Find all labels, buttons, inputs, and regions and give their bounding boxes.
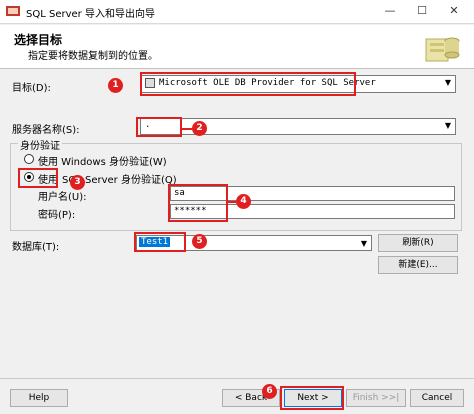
finish-button[interactable]: Finish >>| xyxy=(346,389,406,407)
close-icon[interactable]: ✕ xyxy=(440,2,468,20)
sql-server-app-icon xyxy=(6,6,20,16)
footer-separator xyxy=(0,378,474,379)
windows-auth-label: 使用 Windows 身份验证(W) xyxy=(38,157,167,168)
username-label: 用户名(U): xyxy=(38,192,87,203)
destination-label: 目标(D): xyxy=(12,83,51,94)
annotation-box-credentials xyxy=(168,184,228,222)
annotation-badge-6: 6 xyxy=(262,384,277,399)
annotation-box-next xyxy=(280,386,344,410)
annotation-box-destination xyxy=(140,72,356,96)
page-subtitle: 指定要将数据复制到的位置。 xyxy=(28,51,158,62)
new-database-button[interactable]: 新建(E)... xyxy=(378,256,458,274)
password-label: 密码(P): xyxy=(38,210,76,221)
server-name-select[interactable]: . ▼ xyxy=(140,118,456,135)
windows-auth-radio[interactable] xyxy=(24,154,34,164)
title-bar: SQL Server 导入和导出向导 — ☐ ✕ xyxy=(0,0,474,24)
annotation-box-sql-auth xyxy=(18,168,58,188)
wizard-header: 选择目标 指定要将数据复制到的位置。 xyxy=(0,25,474,69)
chevron-down-icon[interactable]: ▼ xyxy=(357,236,371,250)
refresh-button[interactable]: 刷新(R) xyxy=(378,234,458,252)
annotation-badge-5: 5 xyxy=(192,234,207,249)
chevron-down-icon[interactable]: ▼ xyxy=(441,119,455,134)
annotation-badge-1: 1 xyxy=(108,78,123,93)
server-name-label: 服务器名称(S): xyxy=(12,125,80,136)
annotation-badge-4: 4 xyxy=(236,194,251,209)
help-button[interactable]: Help xyxy=(10,389,68,407)
authentication-group-title: 身份验证 xyxy=(18,137,62,152)
annotation-box-server xyxy=(136,117,182,137)
database-label: 数据库(T): xyxy=(12,242,60,253)
cancel-button[interactable]: Cancel xyxy=(410,389,464,407)
annotation-connector-2 xyxy=(182,128,192,130)
chevron-down-icon[interactable]: ▼ xyxy=(441,76,455,92)
maximize-icon[interactable]: ☐ xyxy=(408,2,436,20)
annotation-connector-4 xyxy=(228,201,236,203)
page-title: 选择目标 xyxy=(14,33,63,47)
annotation-box-database xyxy=(134,232,186,252)
window-title: SQL Server 导入和导出向导 xyxy=(26,9,155,20)
annotation-badge-3: 3 xyxy=(70,175,85,190)
minimize-icon[interactable]: — xyxy=(376,2,404,20)
wizard-database-icon xyxy=(425,37,460,62)
annotation-badge-2: 2 xyxy=(192,121,207,136)
